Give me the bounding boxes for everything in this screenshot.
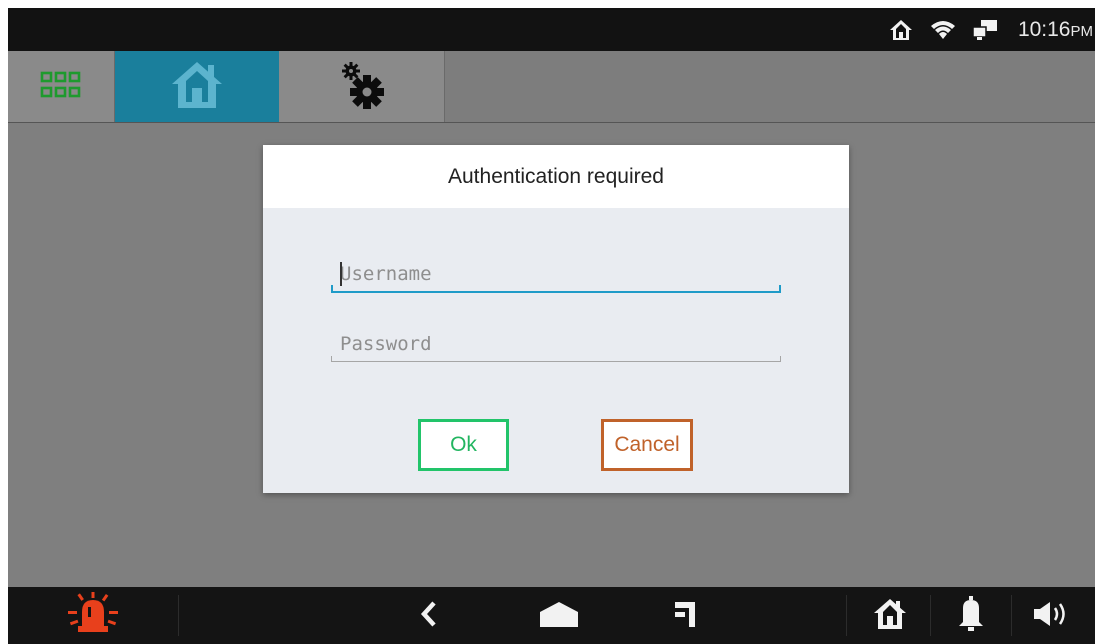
alarm-siren-icon [68, 591, 118, 640]
status-bar: 10:16PM [8, 8, 1095, 51]
cancel-button[interactable]: Cancel [601, 419, 693, 471]
volume-icon [1032, 599, 1076, 633]
home-icon [170, 60, 224, 114]
screen: 10:16PM Authentication required Username… [8, 8, 1095, 644]
ok-button[interactable]: Ok [418, 419, 509, 471]
home-nav-button[interactable] [529, 587, 589, 644]
notifications-button[interactable] [931, 587, 1011, 644]
auth-dialog: Authentication required Ok Cancel [263, 145, 849, 493]
clock: 10:16PM [1017, 17, 1093, 41]
gears-icon [338, 59, 386, 115]
bell-icon [958, 595, 984, 636]
tab-settings[interactable] [279, 51, 445, 122]
home-status-icon [880, 8, 922, 51]
network-icon [964, 8, 1006, 51]
nav-divider [846, 595, 847, 636]
volume-button[interactable] [1012, 587, 1095, 644]
tab-bar [8, 51, 1095, 123]
username-field[interactable] [331, 257, 781, 293]
text-cursor [340, 262, 342, 286]
home-shortcut-button[interactable] [850, 587, 930, 644]
recent-apps-icon [672, 599, 698, 633]
apps-grid-icon [39, 70, 83, 104]
password-input[interactable] [331, 326, 781, 361]
tab-home[interactable] [115, 51, 279, 122]
nav-divider [178, 595, 179, 636]
navigation-bar [8, 587, 1095, 644]
back-button[interactable] [401, 587, 457, 644]
recent-apps-button[interactable] [657, 587, 713, 644]
wifi-icon [922, 8, 964, 51]
home-icon [538, 600, 580, 632]
tab-apps[interactable] [8, 51, 115, 122]
username-input[interactable] [331, 257, 781, 291]
status-icons: 10:16PM [880, 8, 1095, 51]
password-field[interactable] [331, 326, 781, 362]
alarm-button[interactable] [8, 587, 178, 644]
home-icon [873, 598, 907, 634]
dialog-title: Authentication required [263, 145, 849, 208]
back-icon [419, 600, 439, 631]
